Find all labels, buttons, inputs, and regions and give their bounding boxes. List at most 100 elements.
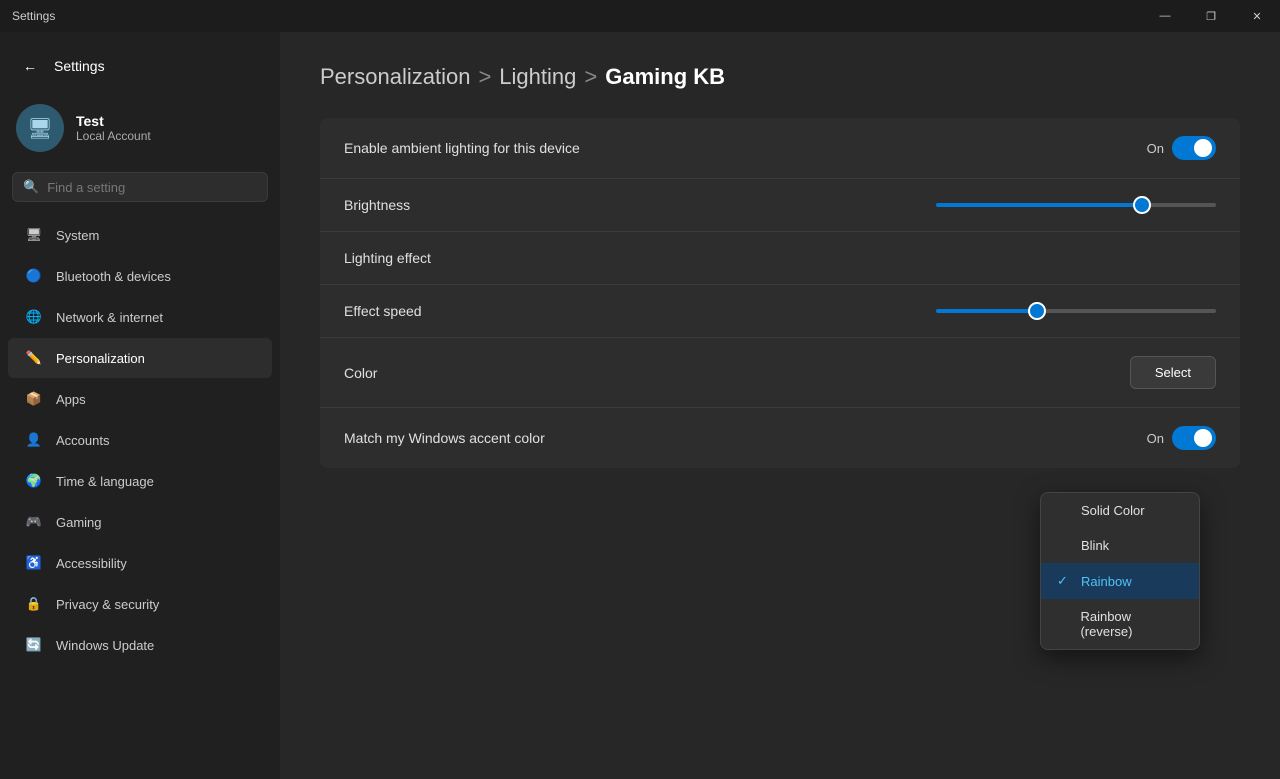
ambient-toggle[interactable] [1172,136,1216,160]
nav-icon-personalization: ✏️ [24,348,44,368]
sidebar-item-network[interactable]: 🌐 Network & internet [8,297,272,337]
sidebar-item-privacy[interactable]: 🔒 Privacy & security [8,584,272,624]
match-accent-row: Match my Windows accent color On [320,408,1240,468]
effect-speed-row: Effect speed [320,285,1240,338]
ambient-toggle-group: On [1147,136,1216,160]
sidebar-item-apps[interactable]: 📦 Apps [8,379,272,419]
nav-label-accounts: Accounts [56,433,109,448]
dropdown-label-blink: Blink [1081,538,1109,553]
sidebar-item-accounts[interactable]: 👤 Accounts [8,420,272,460]
breadcrumb-part2: Lighting [499,64,576,90]
minimize-icon: — [1160,10,1171,22]
breadcrumb: Personalization > Lighting > Gaming KB [320,64,1240,90]
breadcrumb-sep2: > [584,64,597,90]
match-accent-toggle-label: On [1147,431,1164,446]
app-body: ← Settings 🖥 Test Local Account 🔍 🖥 Syst… [0,32,1280,779]
dropdown-label-rainbow-reverse: Rainbow (reverse) [1080,609,1183,639]
nav-icon-windows_update: 🔄 [24,635,44,655]
nav-icon-time: 🌍 [24,471,44,491]
nav-label-time: Time & language [56,474,154,489]
sidebar-item-time[interactable]: 🌍 Time & language [8,461,272,501]
user-type: Local Account [76,129,151,143]
nav-label-system: System [56,228,99,243]
match-accent-toggle-group: On [1147,426,1216,450]
user-name: Test [76,113,151,129]
dropdown-label-rainbow: Rainbow [1081,574,1132,589]
close-icon: ✕ [1252,10,1261,23]
ambient-label: Enable ambient lighting for this device [344,140,580,156]
maximize-icon: ❐ [1206,10,1216,23]
user-info: Test Local Account [76,113,151,143]
dropdown-item-rainbow[interactable]: ✓ Rainbow [1041,563,1199,599]
maximize-button[interactable]: ❐ [1188,0,1234,32]
title-bar-left: Settings [12,9,55,23]
sidebar-item-personalization[interactable]: ✏️ Personalization [8,338,272,378]
breadcrumb-part3: Gaming KB [605,64,725,90]
sidebar-title: Settings [54,58,105,74]
nav-label-network: Network & internet [56,310,163,325]
lighting-effect-dropdown[interactable]: Solid Color Blink ✓ Rainbow Rainbow (rev… [1040,492,1200,650]
effect-speed-slider-wrapper [936,309,1216,313]
dropdown-item-rainbow-reverse[interactable]: Rainbow (reverse) [1041,599,1199,649]
brightness-label: Brightness [344,197,410,213]
brightness-slider-wrapper [936,203,1216,207]
nav-label-apps: Apps [56,392,86,407]
nav-icon-accessibility: ♿ [24,553,44,573]
minimize-button[interactable]: — [1142,0,1188,32]
nav-icon-apps: 📦 [24,389,44,409]
search-icon: 🔍 [23,179,39,195]
sidebar-item-gaming[interactable]: 🎮 Gaming [8,502,272,542]
ambient-lighting-row: Enable ambient lighting for this device … [320,118,1240,179]
lighting-effect-label: Lighting effect [344,250,431,266]
sidebar-item-bluetooth[interactable]: 🔵 Bluetooth & devices [8,256,272,296]
sidebar-item-accessibility[interactable]: ♿ Accessibility [8,543,272,583]
breadcrumb-part1: Personalization [320,64,470,90]
nav-icon-network: 🌐 [24,307,44,327]
dropdown-item-solid[interactable]: Solid Color [1041,493,1199,528]
effect-speed-label: Effect speed [344,303,422,319]
nav-icon-accounts: 👤 [24,430,44,450]
brightness-row: Brightness [320,179,1240,232]
nav-label-gaming: Gaming [56,515,102,530]
sidebar-item-windows_update[interactable]: 🔄 Windows Update [8,625,272,665]
nav-icon-bluetooth: 🔵 [24,266,44,286]
dropdown-item-blink[interactable]: Blink [1041,528,1199,563]
main-content: Personalization > Lighting > Gaming KB E… [280,32,1280,779]
ambient-toggle-label: On [1147,141,1164,156]
color-row: Color Select [320,338,1240,408]
user-section: 🖥 Test Local Account [0,96,280,168]
title-bar-controls: — ❐ ✕ [1142,0,1280,32]
select-color-button[interactable]: Select [1130,356,1216,389]
nav-label-privacy: Privacy & security [56,597,159,612]
nav-icon-privacy: 🔒 [24,594,44,614]
match-accent-label: Match my Windows accent color [344,430,545,446]
effect-speed-slider[interactable] [936,309,1216,313]
nav-label-bluetooth: Bluetooth & devices [56,269,171,284]
match-accent-toggle[interactable] [1172,426,1216,450]
close-button[interactable]: ✕ [1234,0,1280,32]
sidebar-header: ← Settings [0,44,280,96]
nav-label-accessibility: Accessibility [56,556,127,571]
settings-card: Enable ambient lighting for this device … [320,118,1240,468]
sidebar-item-system[interactable]: 🖥 System [8,215,272,255]
lighting-effect-row: Lighting effect Solid Color Blink ✓ Rain… [320,232,1240,285]
back-button[interactable]: ← [16,52,44,80]
search-input[interactable] [47,180,257,195]
sidebar-nav: 🖥 System 🔵 Bluetooth & devices 🌐 Network… [0,214,280,666]
nav-label-personalization: Personalization [56,351,145,366]
nav-icon-gaming: 🎮 [24,512,44,532]
avatar: 🖥 [16,104,64,152]
breadcrumb-sep1: > [478,64,491,90]
brightness-slider[interactable] [936,203,1216,207]
sidebar: ← Settings 🖥 Test Local Account 🔍 🖥 Syst… [0,32,280,779]
dropdown-label-solid: Solid Color [1081,503,1145,518]
nav-icon-system: 🖥 [24,225,44,245]
search-box[interactable]: 🔍 [12,172,268,202]
title-bar: Settings — ❐ ✕ [0,0,1280,32]
avatar-icon: 🖥 [27,116,52,141]
nav-label-windows_update: Windows Update [56,638,154,653]
back-icon: ← [23,58,37,74]
rainbow-check: ✓ [1057,573,1073,589]
title-bar-title: Settings [12,9,55,23]
color-label: Color [344,365,377,381]
